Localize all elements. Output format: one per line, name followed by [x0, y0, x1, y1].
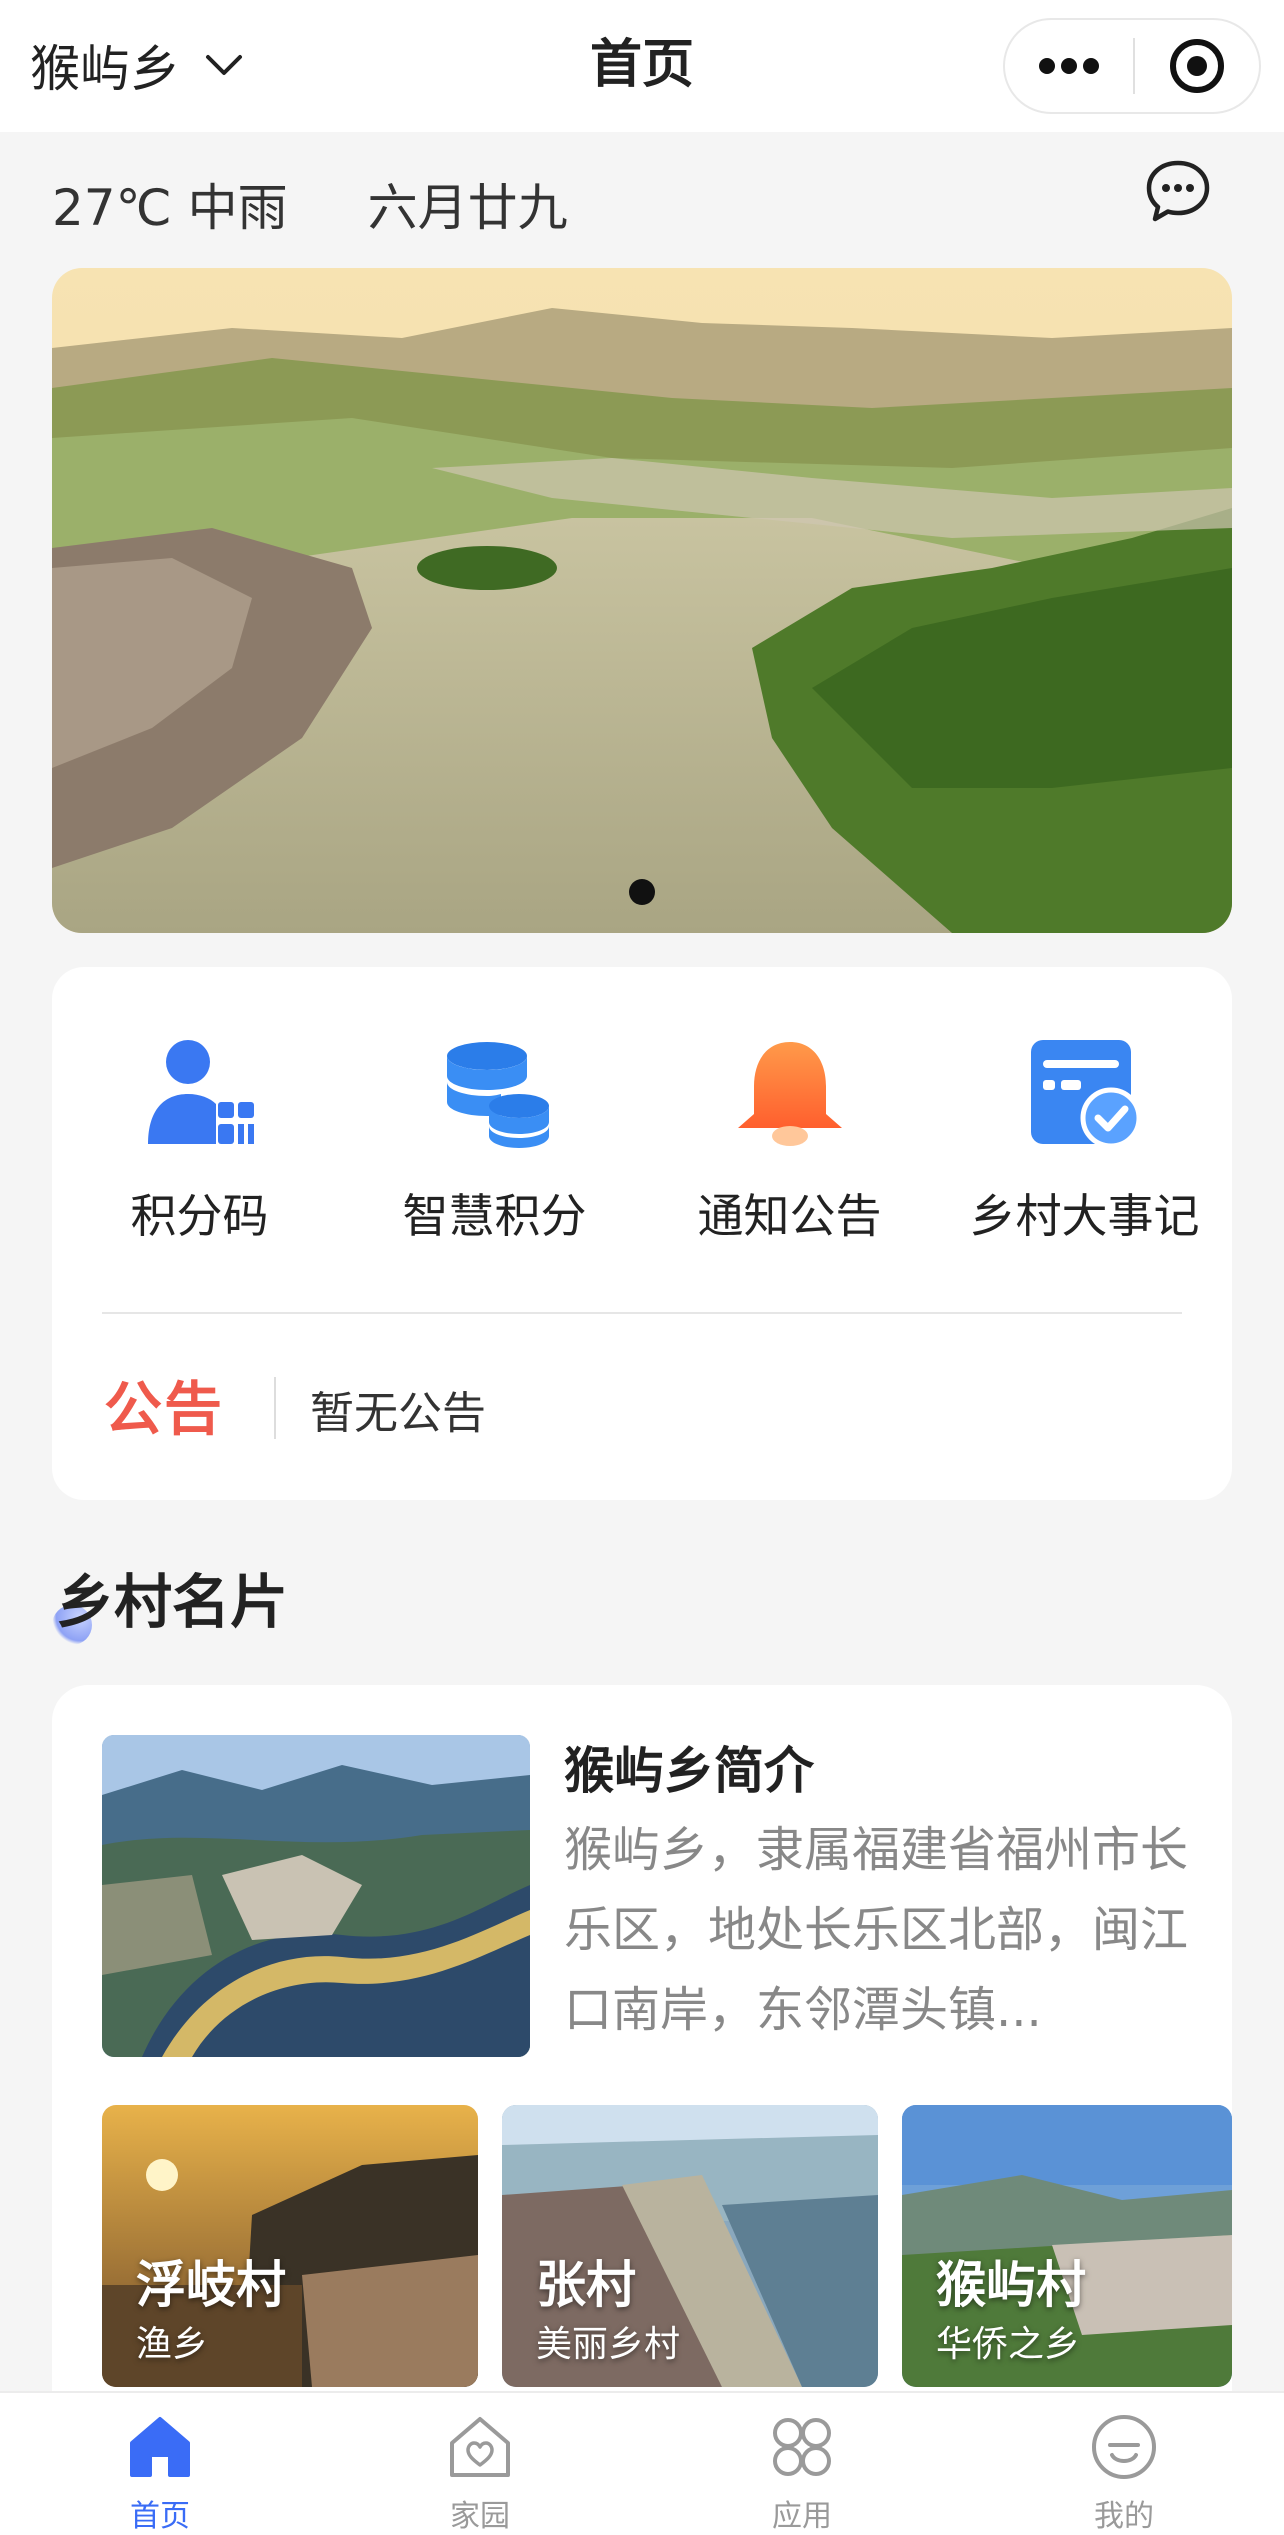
tab-apps[interactable]: 应用 [702, 2411, 902, 2535]
quick-action-label: 积分码 [130, 1189, 269, 1243]
village-name: 浮岐村 [136, 2256, 286, 2314]
village-name: 猴屿村 [936, 2256, 1086, 2314]
section-title: 乡村名片 [56, 1568, 289, 1636]
tab-label: 我的 [1094, 2499, 1154, 2534]
card-divider [102, 1312, 1182, 1314]
message-bubble-icon[interactable] [1143, 157, 1213, 227]
village-card-houyu[interactable]: 猴屿村 华侨之乡 [902, 2105, 1232, 2387]
miniprogram-capsule [1003, 18, 1261, 114]
quick-action-label: 乡村大事记 [969, 1189, 1200, 1243]
intro-title[interactable]: 猴屿乡简介 [564, 1731, 814, 1803]
village-subtitle: 华侨之乡 [936, 2324, 1081, 2365]
more-button[interactable] [1005, 20, 1133, 112]
quick-action-label: 智慧积分 [402, 1189, 587, 1243]
tab-mine[interactable]: 我的 [1024, 2411, 1224, 2535]
quick-action-village-events[interactable]: 乡村大事记 [937, 1032, 1232, 1246]
village-name: 张村 [536, 2256, 636, 2314]
notice-separator [274, 1377, 276, 1439]
weather-row: 27℃ 中雨 六月廿九 [52, 168, 568, 240]
quick-action-smart-points[interactable]: 智慧积分 [347, 1032, 642, 1246]
apps-grid-icon [773, 2418, 831, 2476]
village-card-fuqi[interactable]: 浮岐村 渔乡 [102, 2105, 478, 2387]
village-card-zhang[interactable]: 张村 美丽乡村 [502, 2105, 878, 2387]
banner-carousel[interactable] [52, 268, 1232, 933]
home-icon [130, 2417, 190, 2477]
village-subtitle: 渔乡 [136, 2324, 209, 2365]
village-profile-card: 猴屿乡简介 猴屿乡，隶属福建省福州市长乐区，地处长乐区北部，闽江口南岸，东邻潭头… [52, 1685, 1232, 2465]
quick-action-points-code[interactable]: 积分码 [52, 1032, 347, 1246]
tab-label: 首页 [130, 2499, 190, 2534]
quick-action-label: 通知公告 [697, 1189, 882, 1243]
top-nav-bar: 猴屿乡 首页 [0, 0, 1284, 132]
notice-tag: 公告 [104, 1375, 225, 1443]
tab-label: 应用 [772, 2499, 832, 2534]
village-subtitle: 美丽乡村 [536, 2324, 681, 2365]
river-town-image [102, 1735, 530, 2057]
smile-face-icon [1092, 2415, 1156, 2479]
coins-stack-icon [446, 1042, 549, 1148]
house-heart-icon [450, 2417, 510, 2477]
tab-home[interactable]: 首页 [60, 2411, 260, 2535]
more-dots-icon [1039, 58, 1099, 74]
close-miniprogram-button[interactable] [1135, 20, 1259, 112]
notice-text[interactable]: 暂无公告 [310, 1377, 486, 1441]
tab-label: 家园 [450, 2499, 510, 2534]
quick-action-notices[interactable]: 通知公告 [642, 1032, 937, 1246]
lunar-date: 六月廿九 [367, 179, 568, 237]
carousel-indicator-dot [629, 879, 655, 905]
banner-landscape-image [52, 268, 1232, 933]
calendar-check-icon [1030, 1040, 1141, 1149]
intro-image[interactable] [102, 1735, 530, 2057]
weather-text: 27℃ 中雨 [52, 179, 288, 237]
tab-homeland[interactable]: 家园 [380, 2411, 580, 2535]
intro-description: 猴屿乡，隶属福建省福州市长乐区，地处长乐区北部，闽江口南岸，东邻潭头镇... [564, 1822, 1189, 2038]
target-circle-icon [1170, 39, 1224, 93]
user-qrcode-icon [147, 1040, 254, 1144]
bell-icon [737, 1042, 842, 1146]
bottom-tab-bar: 首页 家园 应用 我的 [0, 2391, 1284, 2535]
quick-actions-card: 积分码 智慧积分 通知公告 乡村大事记 公告 暂无公告 [52, 967, 1232, 1500]
